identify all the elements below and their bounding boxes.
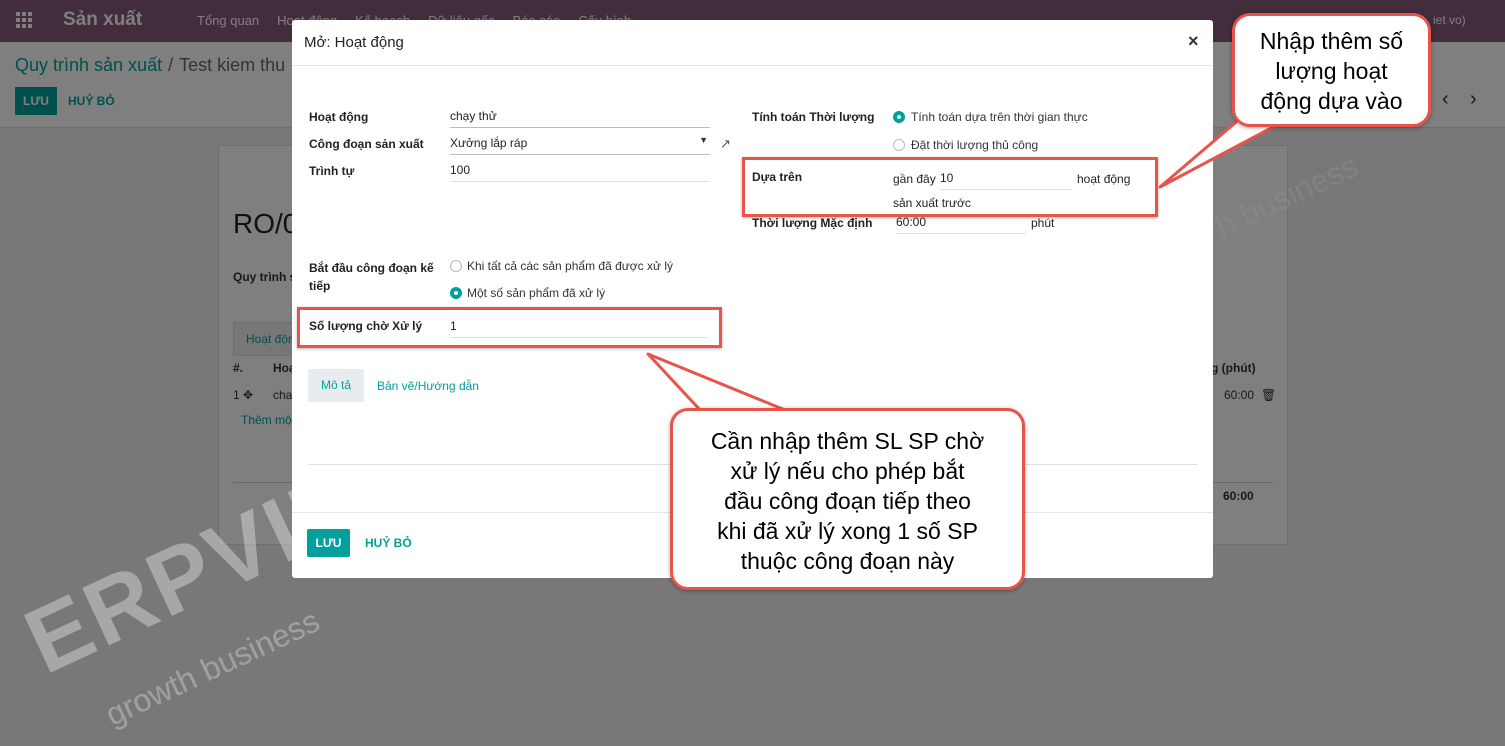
- callout-bottom-line-4: khi đã xử lý xong 1 số SP: [717, 518, 978, 544]
- callout-bottom-line-5: thuộc công đoạn này: [740, 548, 955, 574]
- callout-top-line-2: lượng hoạt: [1275, 58, 1388, 84]
- callout-top-line-1: Nhập thêm số: [1259, 28, 1404, 54]
- callout-top: Nhập thêm số lượng hoạt động dựa vào: [1232, 13, 1431, 127]
- callout-bottom-tail: [646, 352, 792, 414]
- callout-top-line-3: động dựa vào: [1260, 88, 1403, 114]
- callout-bottom-line-3: đầu công đoạn tiếp theo: [724, 488, 971, 514]
- callout-bottom-line-2: xử lý nếu cho phép bắt: [730, 458, 965, 484]
- callout-bottom: Cần nhập thêm SL SP chờ xử lý nếu cho ph…: [670, 408, 1025, 590]
- callout-bottom-line-1: Cần nhập thêm SL SP chờ: [710, 428, 985, 454]
